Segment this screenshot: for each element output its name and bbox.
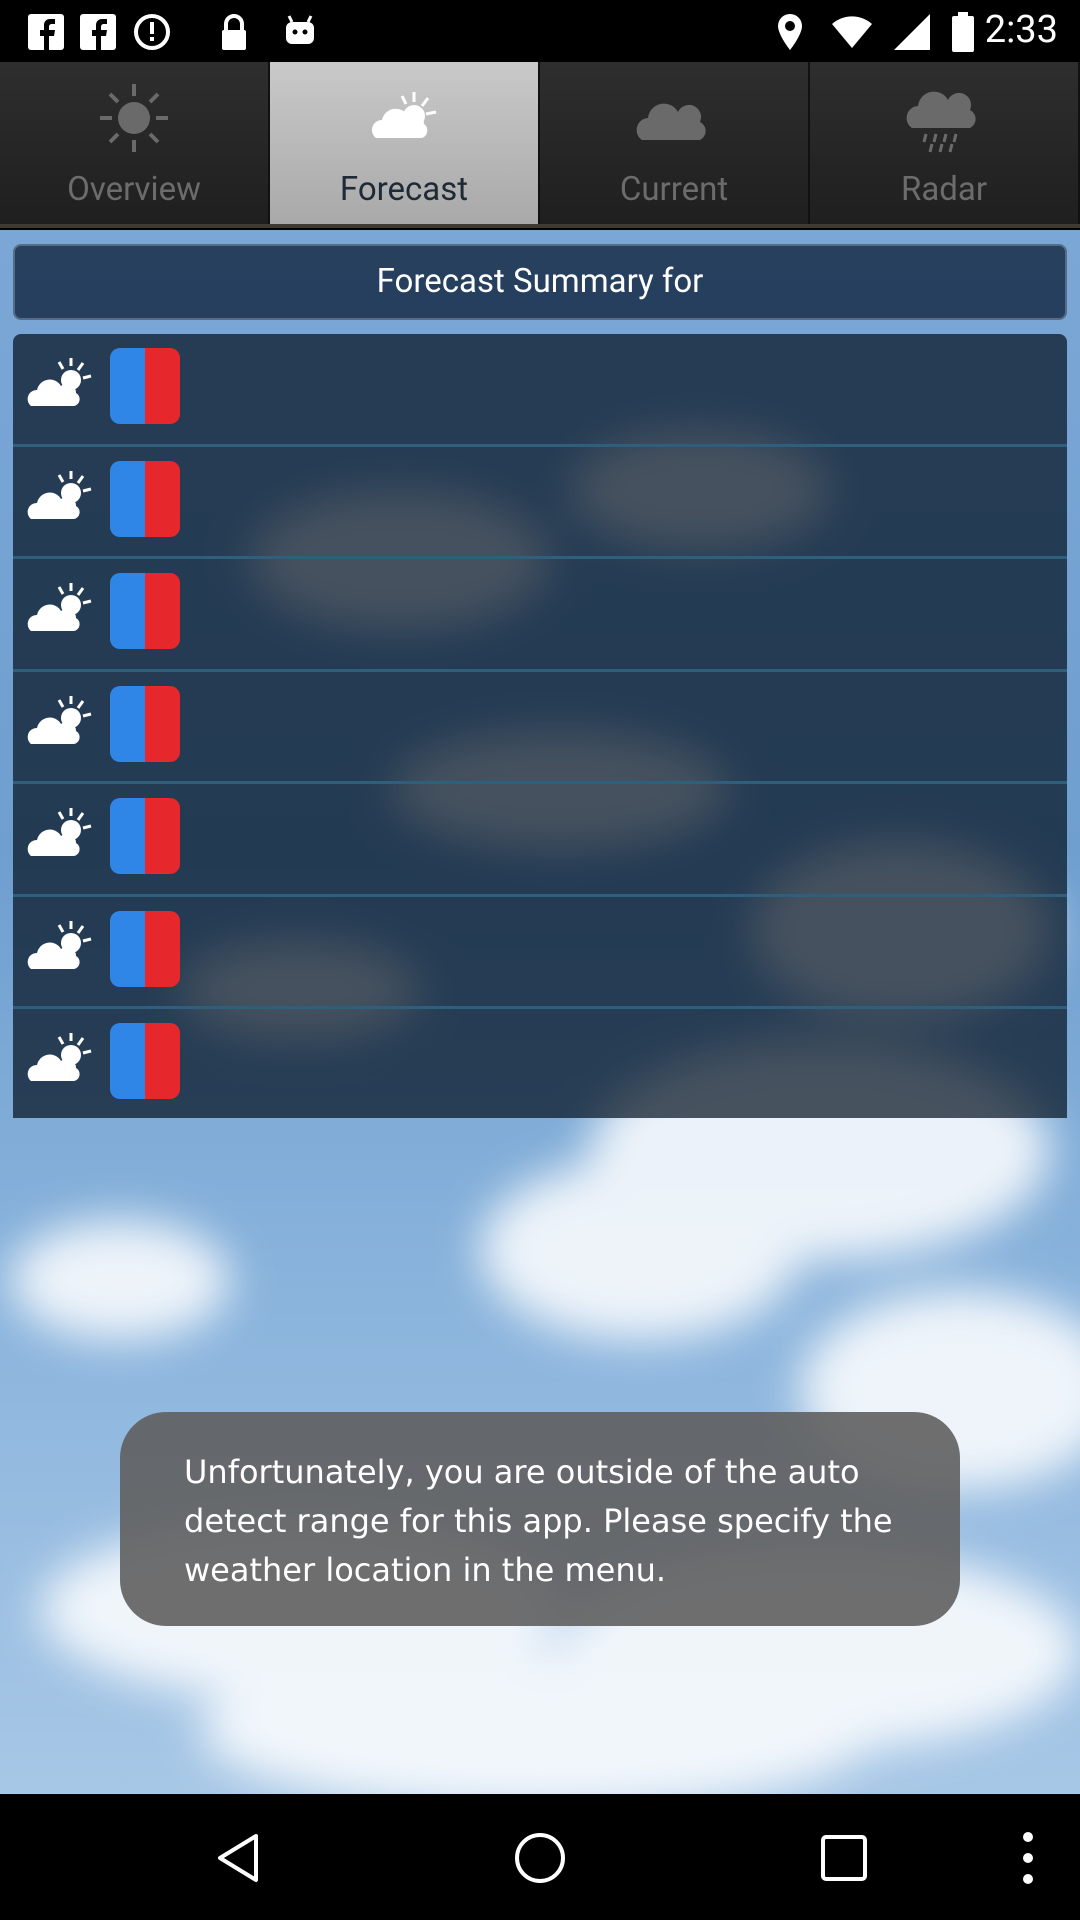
menu-icon[interactable]: [998, 1828, 1058, 1888]
tab-forecast[interactable]: Forecast: [270, 62, 540, 224]
forecast-list: [13, 334, 1067, 1118]
navigation-bar: [0, 1794, 1080, 1920]
sun-cloud-icon: [27, 583, 92, 631]
forecast-screen: Forecast Summary for Unfortunately, you …: [0, 230, 1080, 1794]
thermometer-icon: [110, 573, 180, 649]
sun-cloud-icon: [27, 1033, 92, 1081]
thermometer-icon: [110, 1023, 180, 1099]
sun-cloud-icon: [27, 695, 92, 744]
rain-cloud-icon: [906, 91, 976, 153]
forecast-row[interactable]: [13, 559, 1067, 672]
lock-icon: [222, 14, 246, 50]
facebook-icon: [28, 14, 64, 50]
forecast-summary-header: Forecast Summary for: [13, 244, 1067, 320]
tab-current[interactable]: Current: [540, 62, 810, 224]
recents-icon[interactable]: [814, 1828, 874, 1888]
wifi-icon: [832, 16, 872, 48]
sun-cloud-icon: [27, 470, 92, 519]
sun-cloud-icon: [27, 358, 92, 406]
tab-label: Forecast: [339, 170, 469, 209]
back-icon[interactable]: [210, 1828, 270, 1888]
android-icon: [286, 15, 314, 44]
thermometer-icon: [110, 460, 180, 537]
forecast-row[interactable]: [13, 672, 1067, 784]
tab-radar[interactable]: Radar: [810, 62, 1080, 224]
facebook-icon: [80, 14, 116, 50]
forecast-row[interactable]: [13, 1009, 1067, 1122]
tab-bar: Overview Forecast Current Radar: [0, 62, 1080, 228]
forecast-row[interactable]: [13, 334, 1067, 447]
thermometer-icon: [110, 685, 180, 762]
sun-icon: [100, 84, 168, 152]
sun-cloud-icon: [27, 808, 92, 856]
thermometer-icon: [110, 910, 180, 987]
status-bar: 2:33: [0, 0, 1080, 62]
cloud-icon: [636, 103, 706, 140]
forecast-row[interactable]: [13, 784, 1067, 897]
forecast-row[interactable]: [13, 897, 1067, 1009]
location-error-toast: Unfortunately, you are outside of the au…: [120, 1412, 960, 1626]
forecast-row[interactable]: [13, 447, 1067, 559]
thermometer-icon: [110, 798, 180, 874]
battery-icon: [952, 12, 974, 52]
sun-cloud-icon: [27, 920, 92, 969]
status-clock: 2:33: [984, 8, 1058, 52]
signal-icon: [894, 14, 930, 50]
home-icon[interactable]: [510, 1828, 570, 1888]
alert-icon: [134, 14, 170, 50]
sun-cloud-icon: [372, 92, 437, 138]
tab-label: Overview: [67, 170, 201, 209]
tab-label: Current: [619, 170, 729, 209]
thermometer-icon: [110, 348, 180, 424]
location-icon: [778, 14, 802, 50]
tab-overview[interactable]: Overview: [0, 62, 270, 224]
tab-label: Radar: [900, 170, 988, 209]
